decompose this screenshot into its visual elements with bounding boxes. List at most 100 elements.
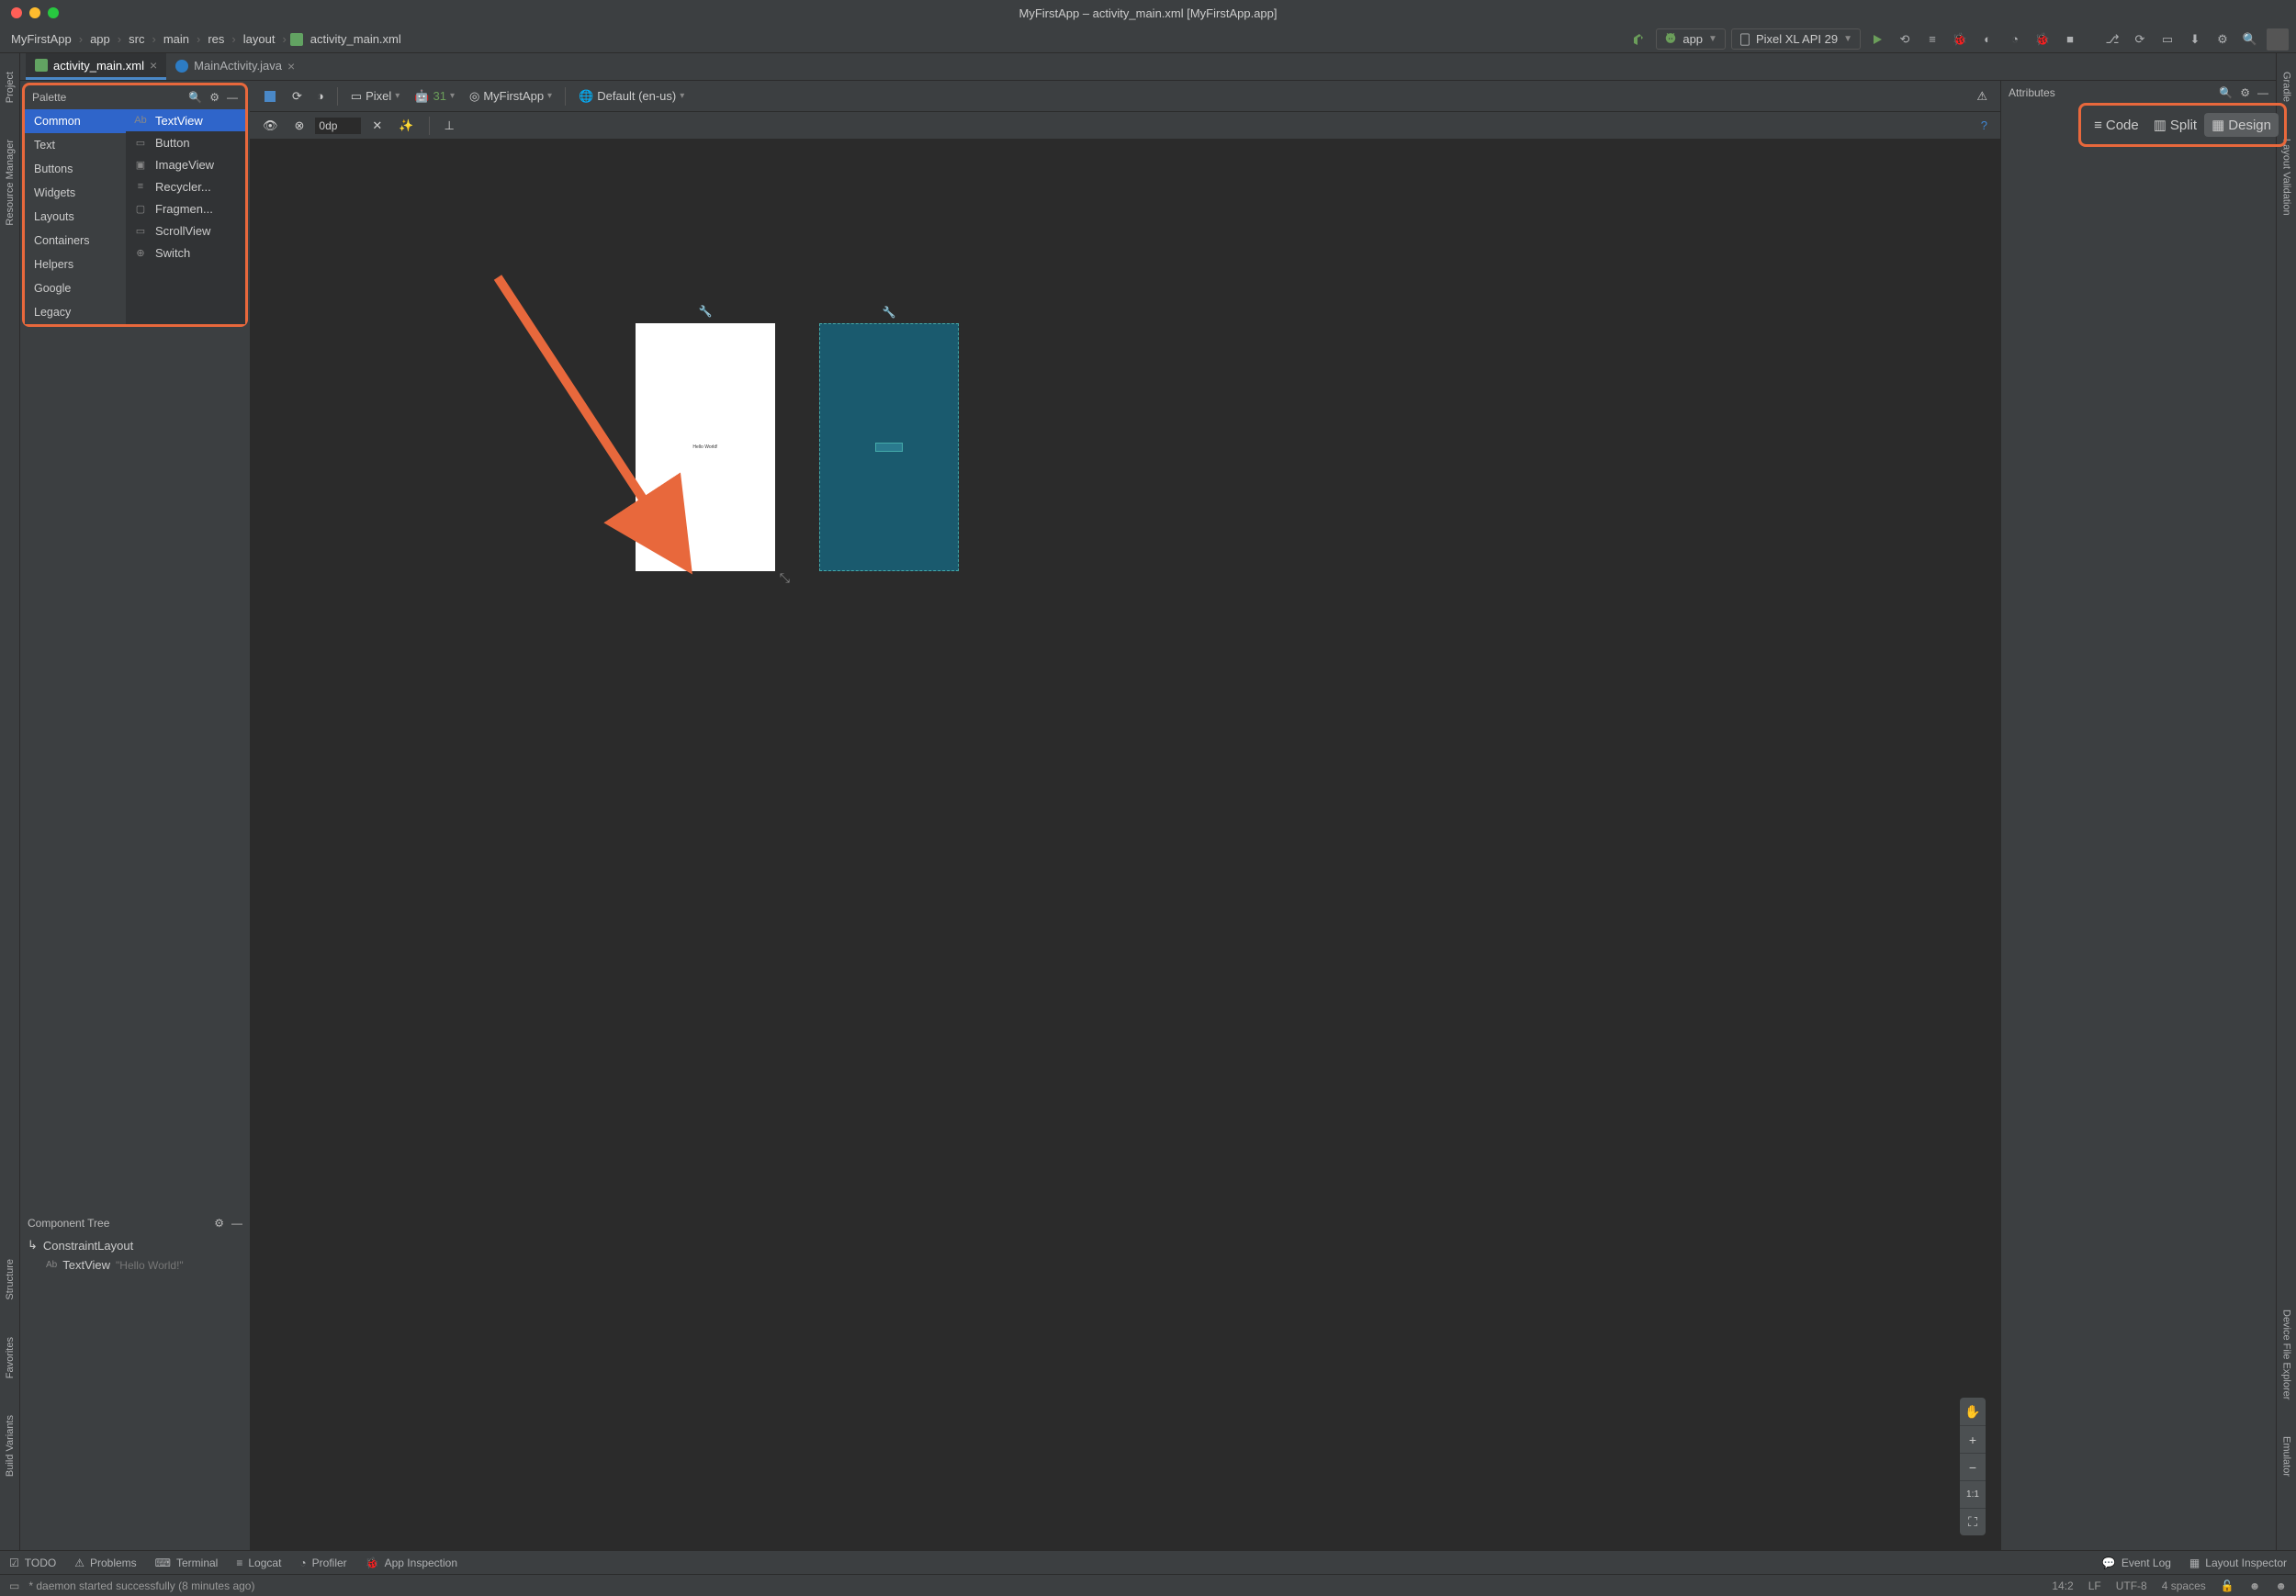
blueprint-textview[interactable] — [875, 443, 903, 452]
sdk-button[interactable]: ⬇ — [2184, 28, 2206, 51]
surface-select[interactable] — [257, 85, 283, 107]
palette-cat-legacy[interactable]: Legacy — [25, 300, 126, 324]
event-log-tab[interactable]: 💬 Event Log — [2102, 1557, 2171, 1569]
readonly-icon[interactable]: 🔓 — [2221, 1579, 2234, 1592]
emulator-rail-tab[interactable]: Emulator — [2281, 1436, 2292, 1477]
palette-item-scrollview[interactable]: ▭ScrollView — [126, 219, 245, 242]
crumb-project[interactable]: MyFirstApp — [7, 30, 75, 48]
autoconnect-button[interactable]: ⊗ — [289, 115, 310, 137]
palette-item-imageview[interactable]: ▣ImageView — [126, 153, 245, 175]
wrench-icon[interactable]: 🔧 — [883, 306, 896, 319]
resize-handle-icon[interactable]: ⤡ — [780, 570, 790, 586]
night-mode-button[interactable]: ◑ — [311, 85, 330, 107]
run-config-select[interactable]: app ▼ — [1656, 28, 1726, 50]
memory-indicator[interactable]: ☻ — [2249, 1579, 2261, 1592]
crumb-file[interactable]: activity_main.xml — [307, 30, 405, 48]
minimize-icon[interactable]: — — [227, 91, 238, 104]
infer-constraints-button[interactable]: ✨ — [393, 115, 419, 137]
profiler-tab[interactable]: ◔ Profiler — [299, 1557, 346, 1569]
palette-item-fragment[interactable]: ▢Fragmen... — [126, 197, 245, 219]
device-select[interactable]: Pixel XL API 29 ▼ — [1731, 28, 1861, 50]
palette-cat-common[interactable]: Common — [25, 109, 126, 133]
palette-item-textview[interactable]: AbTextView — [126, 109, 245, 131]
palette-cat-helpers[interactable]: Helpers — [25, 253, 126, 276]
pan-button[interactable]: ✋ — [1960, 1398, 1986, 1425]
palette-cat-layouts[interactable]: Layouts — [25, 205, 126, 229]
zoom-reset-button[interactable]: 1:1 — [1960, 1480, 1986, 1508]
ide-errors-icon[interactable]: ☻ — [2275, 1579, 2287, 1592]
build-variants-rail-tab[interactable]: Build Variants — [5, 1415, 16, 1477]
zoom-in-button[interactable]: + — [1960, 1425, 1986, 1453]
tab-main-activity[interactable]: MainActivity.java × — [166, 53, 304, 80]
crumb-res[interactable]: res — [204, 30, 228, 48]
gear-icon[interactable]: ⚙ — [2240, 86, 2250, 99]
palette-item-button[interactable]: ▭Button — [126, 131, 245, 153]
debug-button[interactable]: 🐞 — [1949, 28, 1971, 51]
maximize-icon[interactable] — [48, 7, 59, 18]
apply-code-button[interactable]: ≡ — [1921, 28, 1943, 51]
default-margin-input[interactable] — [315, 118, 361, 134]
git-button[interactable]: ⎇ — [2101, 28, 2123, 51]
device-file-explorer-rail-tab[interactable]: Device File Explorer — [2281, 1309, 2292, 1399]
palette-item-recyclerview[interactable]: ≡Recycler... — [126, 175, 245, 197]
tab-activity-main[interactable]: activity_main.xml × — [26, 53, 166, 80]
problems-tab[interactable]: ⚠ Problems — [74, 1557, 136, 1569]
stop-button[interactable]: ■ — [2059, 28, 2081, 51]
locale-select[interactable]: 🌐 Default (en-us) ▾ — [573, 85, 690, 107]
run-button[interactable] — [1866, 28, 1888, 51]
view-split-button[interactable]: ▥ Split — [2146, 113, 2204, 137]
tree-child-textview[interactable]: Ab TextView "Hello World!" — [20, 1255, 250, 1275]
visibility-button[interactable]: 👁 — [257, 115, 284, 137]
avd-button[interactable]: ▭ — [2156, 28, 2178, 51]
palette-cat-containers[interactable]: Containers — [25, 229, 126, 253]
gear-icon[interactable]: ⚙ — [214, 1217, 224, 1230]
crumb-main[interactable]: main — [160, 30, 193, 48]
project-rail-tab[interactable]: Project — [5, 72, 16, 103]
blueprint-preview[interactable]: 🔧 — [819, 323, 959, 571]
minimize-icon[interactable] — [29, 7, 40, 18]
close-icon[interactable] — [11, 7, 22, 18]
zoom-out-button[interactable]: − — [1960, 1453, 1986, 1480]
favorites-rail-tab[interactable]: Favorites — [5, 1337, 16, 1378]
attach-debugger-button[interactable]: 🐞 — [2032, 28, 2054, 51]
indent[interactable]: 4 spaces — [2162, 1579, 2206, 1592]
layout-validation-rail-tab[interactable]: Layout Validation — [2281, 139, 2292, 216]
design-canvas[interactable]: 🔧 Hello World! ⤡ 🔧 ✋ + − 1:1 — [250, 140, 2000, 1550]
help-icon[interactable]: ? — [1975, 115, 1993, 136]
view-code-button[interactable]: ≡ Code — [2087, 113, 2146, 137]
ide-settings-button[interactable]: ⚙ — [2212, 28, 2234, 51]
clear-constraints-button[interactable]: ✕ — [366, 115, 388, 137]
account-icon[interactable] — [2267, 28, 2289, 51]
crumb-layout[interactable]: layout — [240, 30, 279, 48]
logcat-tab[interactable]: ≡ Logcat — [236, 1557, 281, 1569]
warnings-icon[interactable]: ⚠ — [1971, 85, 1993, 107]
profile-button[interactable]: ◔ — [2004, 28, 2026, 51]
palette-item-switch[interactable]: ⊕Switch — [126, 242, 245, 264]
search-everywhere-button[interactable]: 🔍 — [2239, 28, 2261, 51]
gear-icon[interactable]: ⚙ — [209, 91, 219, 104]
resource-manager-rail-tab[interactable]: Resource Manager — [5, 140, 16, 226]
caret-position[interactable]: 14:2 — [2052, 1579, 2073, 1592]
orientation-button[interactable]: ⟳ — [287, 85, 308, 107]
palette-cat-buttons[interactable]: Buttons — [25, 157, 126, 181]
api-select[interactable]: 🤖 31 ▾ — [409, 85, 460, 107]
search-icon[interactable]: 🔍 — [188, 91, 202, 104]
minimize-icon[interactable]: — — [2257, 86, 2268, 99]
tree-root[interactable]: ↳ ConstraintLayout — [20, 1235, 250, 1255]
todo-tab[interactable]: ☑ TODO — [9, 1557, 56, 1569]
line-ending[interactable]: LF — [2088, 1579, 2101, 1592]
terminal-tab[interactable]: ⌨ Terminal — [155, 1557, 219, 1569]
design-preview[interactable]: 🔧 Hello World! ⤡ — [636, 323, 775, 571]
zoom-fit-button[interactable]: ⛶ — [1960, 1508, 1986, 1535]
palette-cat-google[interactable]: Google — [25, 276, 126, 300]
palette-cat-widgets[interactable]: Widgets — [25, 181, 126, 205]
close-icon[interactable]: × — [287, 59, 295, 73]
device-preview-select[interactable]: ▭ Pixel ▾ — [345, 85, 406, 107]
preview-textview[interactable]: Hello World! — [692, 444, 717, 450]
apply-changes-button[interactable]: ⟲ — [1894, 28, 1916, 51]
crumb-module[interactable]: app — [86, 30, 114, 48]
structure-rail-tab[interactable]: Structure — [5, 1259, 16, 1300]
build-button[interactable] — [1628, 28, 1650, 51]
search-icon[interactable]: 🔍 — [2219, 86, 2233, 99]
view-design-button[interactable]: ▦ Design — [2204, 113, 2279, 137]
